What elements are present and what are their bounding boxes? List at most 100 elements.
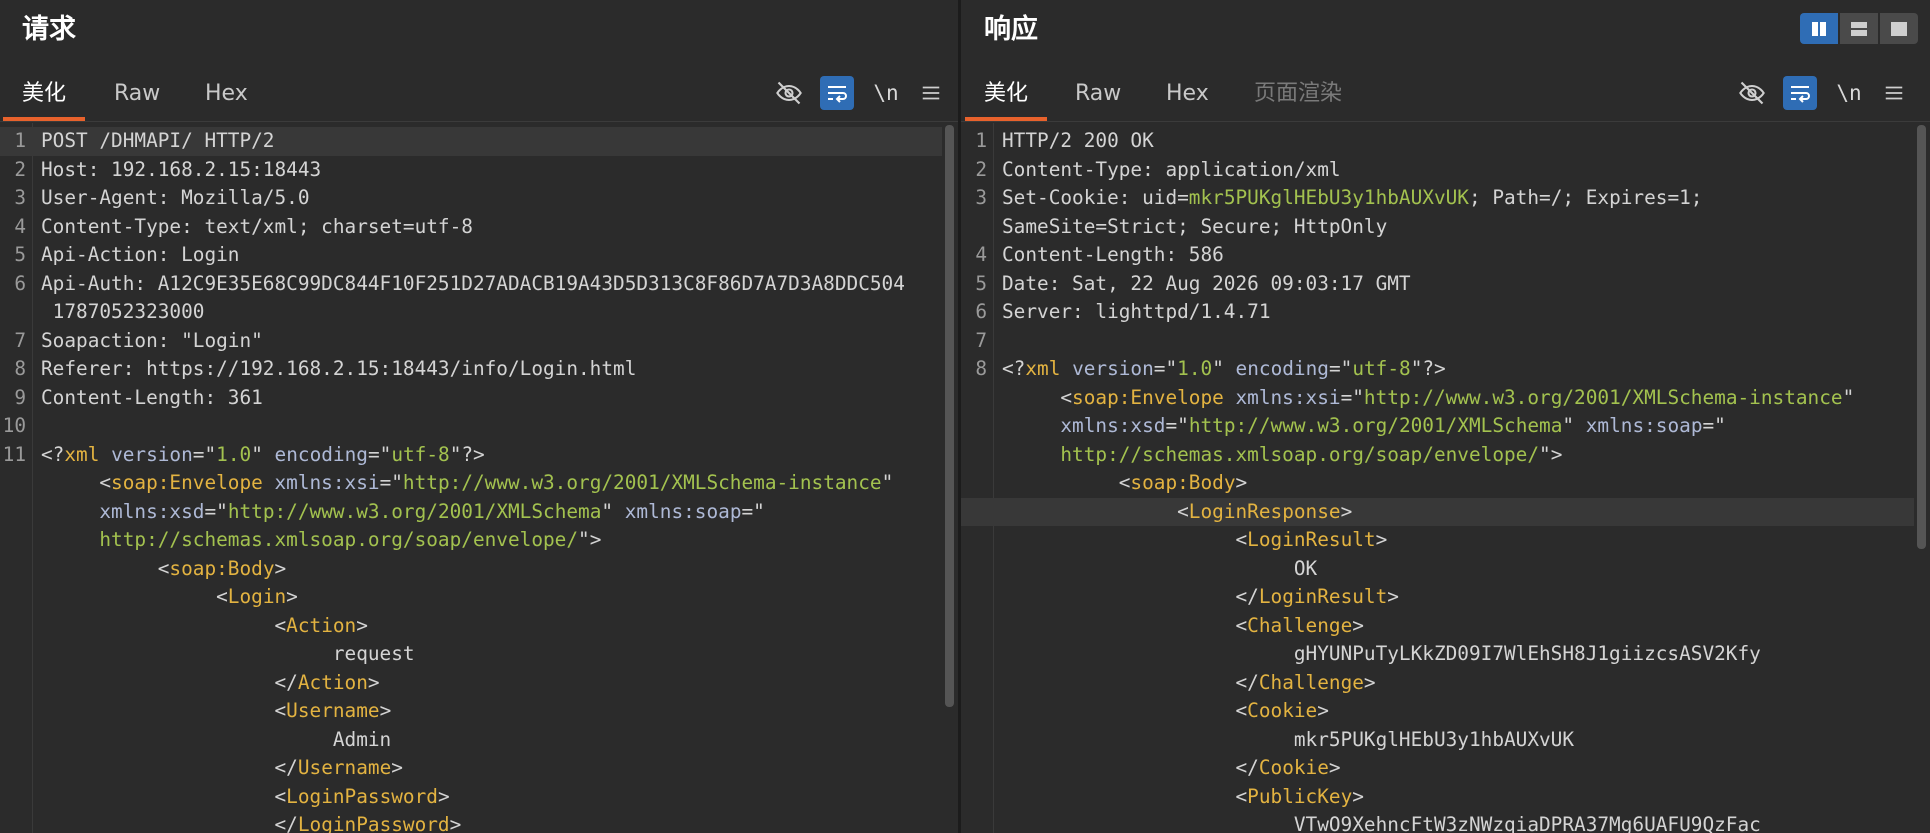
layout-single-icon[interactable] — [1880, 13, 1918, 44]
response-show-newlines-toggle[interactable]: \n — [1832, 76, 1866, 110]
code-line[interactable]: 4 Content-Type: text/xml; charset=utf-8 — [0, 213, 942, 242]
request-show-newlines-toggle[interactable]: \n — [869, 76, 903, 110]
code-line[interactable]: 7 — [961, 327, 1914, 356]
code-token: soap:Body — [1130, 471, 1236, 494]
line-content: request — [41, 640, 942, 669]
code-line[interactable]: <Username> — [0, 697, 942, 726]
code-line[interactable]: <soap:Body> — [0, 555, 942, 584]
code-line[interactable]: mkr5PUKglHEbU3y1hbAUXvUK — [961, 726, 1914, 755]
code-token: > — [437, 784, 450, 808]
code-line[interactable]: 3 Set-Cookie: uid=mkr5PUKglHEbU3y1hbAUXvU… — [961, 184, 1914, 213]
code-line[interactable]: <Login> — [0, 583, 942, 612]
response-tab-pretty[interactable]: 美化 — [964, 76, 1048, 122]
code-line[interactable]: </Action> — [0, 669, 942, 698]
code-line[interactable]: 10 — [0, 412, 942, 441]
code-line[interactable]: 8 <?xml version="1.0" encoding="utf-8"?> — [961, 355, 1914, 384]
response-tab-render[interactable]: 页面渲染 — [1254, 76, 1342, 122]
code-line[interactable]: 11 <?xml version="1.0" encoding="utf-8"?> — [0, 441, 942, 470]
code-token: PublicKey — [1247, 784, 1353, 808]
line-number: 5 — [975, 271, 987, 295]
code-line[interactable]: 5 Api-Action: Login — [0, 241, 942, 270]
code-line[interactable]: <LoginResult> — [961, 526, 1914, 555]
code-line[interactable]: <Cookie> — [961, 697, 1914, 726]
code-token: xmlns:xsd — [41, 499, 205, 523]
code-line[interactable]: </Username> — [0, 754, 942, 783]
line-number: 2 — [975, 157, 987, 181]
request-tab-hex[interactable]: Hex — [205, 76, 248, 122]
code-line[interactable]: OK — [961, 555, 1914, 584]
code-line[interactable]: xmlns:xsd="http://www.w3.org/2001/XMLSch… — [0, 498, 942, 527]
code-line[interactable]: <soap:Envelope xmlns:xsi="http://www.w3.… — [961, 384, 1914, 413]
code-token: > — [1363, 670, 1376, 694]
code-token: </ — [1002, 756, 1259, 779]
code-line[interactable]: 2 Content-Type: application/xml — [961, 156, 1914, 185]
code-token: > — [274, 556, 287, 580]
layout-top-bottom-icon[interactable] — [1840, 13, 1878, 44]
request-menu-hamburger-icon[interactable] — [914, 76, 948, 110]
code-line[interactable]: 9 Content-Length: 361 — [0, 384, 942, 413]
code-token: < — [41, 699, 287, 722]
code-line[interactable]: 8 Referer: https://192.168.2.15:18443/inf… — [0, 355, 942, 384]
response-tab-raw[interactable]: Raw — [1075, 76, 1121, 122]
code-token: =" — [1340, 385, 1364, 409]
code-token: utf-8 — [391, 442, 450, 466]
code-token: Challenge — [1247, 613, 1353, 637]
code-line[interactable]: <LoginResponse> — [961, 497, 1914, 526]
response-tab-hex[interactable]: Hex — [1166, 76, 1209, 122]
request-editor[interactable]: 1 POST /DHMAPI/ HTTP/2 2 Host: 192.168.2.15… — [0, 123, 958, 833]
code-line[interactable]: 1787052323000 — [0, 298, 942, 327]
code-line[interactable]: <soap:Envelope xmlns:xsi="http://www.w3.… — [0, 469, 942, 498]
code-line[interactable]: VTwO9XehncFtW3zNWzqiaDPRA37Mg6UAFU9QzFac — [961, 811, 1914, 833]
code-line[interactable]: </LoginResult> — [961, 583, 1914, 612]
code-token: xmlns:soap — [1574, 414, 1703, 437]
code-line[interactable]: http://schemas.xmlsoap.org/soap/envelope… — [0, 526, 942, 555]
line-content: 1787052323000 — [41, 298, 942, 327]
code-line[interactable]: xmlns:xsd="http://www.w3.org/2001/XMLSch… — [961, 412, 1914, 441]
code-token: "> — [578, 528, 602, 551]
request-word-wrap-icon[interactable] — [820, 76, 854, 110]
code-line[interactable]: 3 User-Agent: Mozilla/5.0 — [0, 184, 942, 213]
code-line[interactable]: SameSite=Strict; Secure; HttpOnly — [961, 213, 1914, 242]
response-word-wrap-icon[interactable] — [1783, 76, 1817, 110]
response-hide-nonprintable-eye-off-icon[interactable] — [1735, 76, 1769, 110]
response-menu-hamburger-icon[interactable] — [1877, 76, 1911, 110]
request-tab-raw[interactable]: Raw — [114, 76, 160, 122]
layout-side-by-side-icon[interactable] — [1800, 13, 1838, 44]
line-number: 5 — [14, 243, 26, 266]
request-vertical-scrollbar[interactable] — [945, 125, 954, 707]
code-line[interactable]: 5 Date: Sat, 22 Aug 2026 09:03:17 GMT — [961, 270, 1914, 299]
code-token: > — [449, 813, 462, 833]
response-editor[interactable]: 1 HTTP/2 200 OK 2 Content-Type: application… — [961, 123, 1930, 833]
code-line[interactable]: <soap:Body> — [961, 469, 1914, 498]
code-line[interactable]: 6 Server: lighttpd/1.4.71 — [961, 298, 1914, 327]
line-content: Content-Length: 586 — [1002, 241, 1914, 270]
line-content: Api-Auth: A12C9E35E68C99DC844F10F251D27A… — [41, 270, 942, 299]
code-line[interactable]: request — [0, 640, 942, 669]
response-code-lines: 1 HTTP/2 200 OK 2 Content-Type: application… — [961, 127, 1914, 833]
code-line[interactable]: 2 Host: 192.168.2.15:18443 — [0, 156, 942, 185]
code-line[interactable]: <LoginPassword> — [0, 783, 942, 812]
code-token: < — [1002, 528, 1248, 551]
code-line[interactable]: 1 POST /DHMAPI/ HTTP/2 — [0, 127, 942, 156]
code-line[interactable]: </Challenge> — [961, 669, 1914, 698]
code-line[interactable]: 4 Content-Length: 586 — [961, 241, 1914, 270]
code-line[interactable]: 6 Api-Auth: A12C9E35E68C99DC844F10F251D27… — [0, 270, 942, 299]
code-line[interactable]: <Action> — [0, 612, 942, 641]
code-line[interactable]: </Cookie> — [961, 754, 1914, 783]
code-token: Set-Cookie: uid= — [1002, 186, 1189, 209]
response-vertical-scrollbar[interactable] — [1917, 125, 1926, 549]
code-line[interactable]: gHYUNPuTyLKkZD09I7WlEhSH8J1giizcsASV2Kfy — [961, 640, 1914, 669]
code-line[interactable]: http://schemas.xmlsoap.org/soap/envelope… — [961, 441, 1914, 470]
code-line[interactable]: 1 HTTP/2 200 OK — [961, 127, 1914, 156]
code-line[interactable]: 7 Soapaction: "Login" — [0, 327, 942, 356]
code-line[interactable]: Admin — [0, 726, 942, 755]
code-line[interactable]: <PublicKey> — [961, 783, 1914, 812]
code-line[interactable]: </LoginPassword> — [0, 811, 942, 833]
request-tab-pretty[interactable]: 美化 — [2, 76, 86, 122]
line-number: 1 — [975, 129, 987, 152]
code-line[interactable]: <Challenge> — [961, 612, 1914, 641]
request-hide-nonprintable-eye-off-icon[interactable] — [772, 76, 806, 110]
code-token: xmlns:soap — [613, 499, 742, 523]
code-token: Api-Action: Login — [41, 243, 240, 266]
line-content: </Action> — [41, 669, 942, 698]
